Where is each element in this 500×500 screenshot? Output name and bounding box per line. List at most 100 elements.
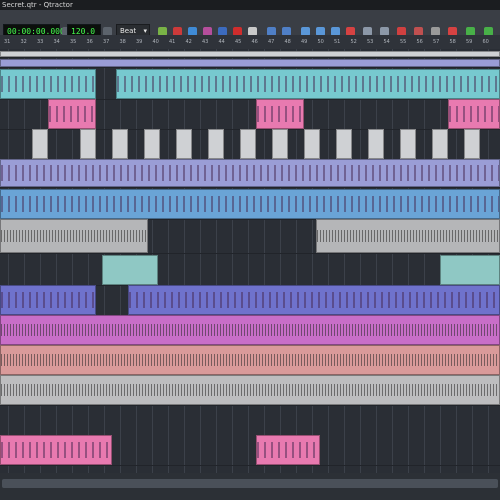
midi-clip[interactable] — [144, 129, 160, 159]
midi-clip[interactable] — [176, 129, 192, 159]
title-bar: Secret.qtr - Qtractor — [0, 0, 500, 10]
audio-clip[interactable] — [0, 219, 148, 253]
midi-clip[interactable] — [48, 99, 96, 129]
track-separator — [0, 57, 500, 58]
clip-notes — [1, 165, 499, 181]
midi-clip[interactable] — [272, 129, 288, 159]
ruler-bar-label: 55 — [400, 39, 407, 45]
track-separator — [0, 465, 500, 466]
midi-clip[interactable] — [0, 59, 500, 67]
midi-clip[interactable] — [432, 129, 448, 159]
ruler-bar-label: 45 — [235, 39, 242, 45]
midi-clip[interactable] — [336, 129, 352, 159]
midi-clip[interactable] — [368, 129, 384, 159]
grid-line — [232, 49, 233, 473]
snap-select-value: Beat — [120, 27, 137, 35]
scrollbar-thumb[interactable] — [2, 479, 498, 488]
ruler-bar-label: 60 — [482, 39, 489, 45]
ruler-bar-label: 41 — [169, 39, 176, 45]
audio-clip[interactable] — [0, 375, 500, 405]
clip-waveform — [1, 324, 499, 336]
clip-notes — [117, 75, 499, 93]
track-separator — [0, 67, 500, 68]
ruler-bar-label: 50 — [317, 39, 324, 45]
ruler-bar-label: 35 — [70, 39, 77, 45]
ruler-bar-label: 52 — [350, 39, 357, 45]
midi-clip[interactable] — [440, 255, 500, 285]
grid-line — [424, 49, 425, 473]
ruler-bar-label: 32 — [20, 39, 27, 45]
midi-clip[interactable] — [0, 69, 96, 99]
ruler-bar-label: 57 — [433, 39, 440, 45]
ruler-bar-label: 40 — [152, 39, 159, 45]
tracks-canvas[interactable] — [0, 49, 500, 473]
midi-clip[interactable] — [0, 285, 96, 315]
clip-waveform — [317, 229, 499, 243]
grid-line — [200, 49, 201, 473]
audio-clip[interactable] — [0, 315, 500, 345]
ruler-bar-label: 34 — [53, 39, 60, 45]
audio-clip[interactable] — [316, 219, 500, 253]
ruler-bar-label: 56 — [416, 39, 423, 45]
midi-clip[interactable] — [240, 129, 256, 159]
ruler-bar-label: 58 — [449, 39, 456, 45]
midi-clip[interactable] — [0, 435, 112, 465]
midi-clip[interactable] — [80, 129, 96, 159]
midi-clip[interactable] — [304, 129, 320, 159]
midi-clip[interactable] — [0, 159, 500, 187]
ruler-bar-label: 46 — [251, 39, 258, 45]
midi-clip[interactable] — [400, 129, 416, 159]
grid-line — [376, 49, 377, 473]
ruler-bar-label: 59 — [466, 39, 473, 45]
ruler-bar-label: 44 — [218, 39, 225, 45]
clip-notes — [257, 105, 303, 123]
grid-line — [392, 49, 393, 473]
midi-clip[interactable] — [208, 129, 224, 159]
midi-clip[interactable] — [102, 255, 158, 285]
clip-notes — [449, 105, 499, 123]
midi-clip[interactable] — [116, 69, 500, 99]
grid-line — [248, 49, 249, 473]
ruler-bar-label: 37 — [103, 39, 110, 45]
midi-clip[interactable] — [128, 285, 500, 315]
clip-notes — [49, 105, 95, 123]
ruler-bar-label: 36 — [86, 39, 93, 45]
grid-line — [344, 49, 345, 473]
grid-line — [312, 49, 313, 473]
ruler-bar-label: 33 — [37, 39, 44, 45]
grid-line — [360, 49, 361, 473]
ruler-bar-label: 48 — [284, 39, 291, 45]
clip-waveform — [1, 354, 499, 366]
midi-clip[interactable] — [0, 189, 500, 219]
ruler-bar-label: 54 — [383, 39, 390, 45]
track-separator — [0, 187, 500, 188]
clip-notes — [1, 291, 95, 309]
grid-line — [24, 49, 25, 473]
ruler-bar-label: 53 — [367, 39, 374, 45]
ruler-bar-label: 42 — [185, 39, 192, 45]
horizontal-scrollbar[interactable] — [0, 473, 500, 500]
clip-notes — [1, 441, 111, 459]
ruler-bar-label: 38 — [119, 39, 126, 45]
grid-line — [408, 49, 409, 473]
midi-clip[interactable] — [448, 99, 500, 129]
audio-clip[interactable] — [0, 345, 500, 375]
grid-line — [184, 49, 185, 473]
midi-clip[interactable] — [112, 129, 128, 159]
midi-clip[interactable] — [464, 129, 480, 159]
timeline-ruler[interactable]: 31 32 33 34 35 36 37 38 39 40 41 42 43 44 45 46 47 48 49 50… — [0, 35, 500, 49]
midi-clip[interactable] — [256, 99, 304, 129]
ruler-bar-label: 31 — [4, 39, 11, 45]
clip-notes — [129, 291, 499, 309]
ruler-bar-label: 49 — [301, 39, 308, 45]
ruler-bar-label: 43 — [202, 39, 209, 45]
midi-clip[interactable] — [32, 129, 48, 159]
ruler-bar-label: 47 — [268, 39, 275, 45]
midi-clip[interactable] — [256, 435, 320, 465]
ruler-bar-label: 39 — [136, 39, 143, 45]
clip-notes — [1, 75, 95, 93]
ruler-bar-label: 51 — [334, 39, 341, 45]
grid-line — [8, 49, 9, 473]
grid-line — [40, 49, 41, 473]
clip-notes — [257, 441, 319, 459]
